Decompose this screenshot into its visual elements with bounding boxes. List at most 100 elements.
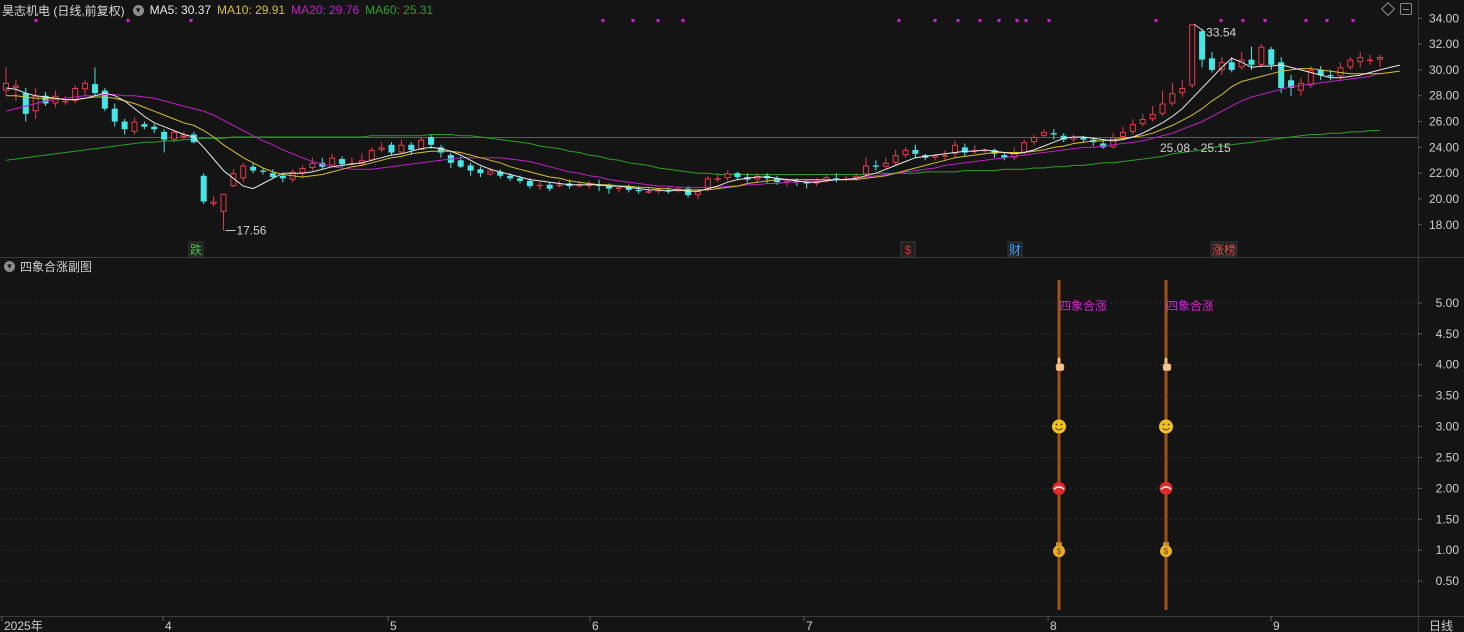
candle-body [457,160,464,167]
candle [1129,118,1136,135]
candle [388,142,395,156]
candle-body [91,84,98,94]
sub-tick-label: 0.50 [1436,574,1460,588]
ma60-value: MA60: 25.31 [365,3,434,17]
ma5-value: MA5: 30.37 [149,3,212,17]
sub-panel-title[interactable]: 四象合涨副图 [20,258,92,275]
candle-body [872,165,879,167]
time-axis-label: 5 [390,619,397,632]
sub-tick-label: 1.00 [1436,543,1460,557]
top-signal-dot [1325,19,1329,22]
candle-body [1327,75,1334,77]
svg-text:$: $ [1164,547,1169,556]
candle-body [1357,57,1364,63]
candle [1139,113,1146,127]
candle-body [1050,133,1057,135]
candle [131,117,138,135]
candle [497,169,504,179]
top-signal-dot [1047,19,1051,22]
candle-body [309,162,316,169]
candle-body [368,149,375,161]
candle-body [882,162,889,167]
top-signal-dot [1304,19,1308,22]
event-marker-label[interactable]: 跌 [190,242,202,257]
candle-body [1031,137,1038,143]
candle [200,173,207,205]
candle [882,157,889,170]
sub-tick-label: 4.00 [1436,358,1460,372]
top-signal-dot [631,19,635,22]
signal-label: 四象合涨 [1166,298,1214,313]
candle-body [428,137,435,145]
candle [546,182,553,192]
candle [1347,57,1354,70]
candle [3,67,9,96]
candle-body [1199,31,1206,60]
candle-body [487,170,494,175]
candle [734,171,741,180]
indicator-dropdown-icon[interactable]: ▾ [132,4,144,16]
candle-body [1119,131,1126,138]
candle-body [546,184,553,189]
money-bag-icon: $ [1160,542,1172,558]
candle [91,67,98,96]
candle [1208,51,1215,73]
price-tick-label: 18.00 [1429,218,1459,232]
event-marker-label[interactable]: 涨榜 [1212,242,1236,257]
candle [1278,57,1285,94]
candle-body [1139,118,1146,125]
smiley-icon [1052,419,1066,434]
top-signal-dot [681,19,685,22]
candle-body [111,108,118,122]
top-signal-dot [126,19,130,22]
top-signal-dot [1154,19,1158,22]
candle [111,103,118,127]
time-axis-label: 8 [1050,619,1057,632]
sub-tick-label: 5.00 [1436,296,1460,310]
top-signal-dot [34,19,38,22]
candle [942,149,949,161]
event-marker-label[interactable]: $ [905,243,912,257]
candle [12,80,19,101]
candle-body [220,193,227,212]
candle-body [269,173,276,178]
minimize-icon[interactable] [1400,3,1412,15]
candle [843,175,850,181]
low-price-label: 17.56 [236,223,266,237]
candle-body [141,124,148,127]
candle-body [171,131,178,140]
price-tick-label: 20.00 [1429,192,1459,206]
candle [1317,66,1324,81]
candle [378,142,385,153]
candle [892,149,899,166]
top-signal-dot [933,19,937,22]
candle-body [1258,46,1265,65]
candle [961,143,968,157]
event-marker-label[interactable]: 财 [1009,243,1021,257]
top-signal-dot [978,19,982,22]
candle [1001,152,1008,161]
candle-body [694,191,701,196]
sub-indicator-dropdown-icon[interactable]: ▾ [4,260,15,272]
candle-body [329,157,336,166]
candle [645,187,652,194]
chart-header: 昊志机电 (日线,前复权) ▾ MA5: 30.37 MA10: 29.91 M… [2,2,439,18]
price-tick-label: 22.00 [1429,166,1459,180]
candle-body [477,169,484,174]
stock-title[interactable]: 昊志机电 (日线,前复权) [2,2,125,19]
top-signal-dot [1241,19,1245,22]
top-signal-dot [1024,19,1028,22]
time-axis-label: 6 [592,619,599,632]
candle-body [517,178,524,181]
range-label: 25.08 - 25.15 [1160,141,1231,155]
candle [210,196,217,207]
svg-text:$: $ [1057,547,1062,556]
candle [121,118,128,135]
red-ball-icon [1159,481,1173,495]
candle [951,140,958,158]
top-signal-dot [601,19,605,22]
period-label[interactable]: 日线 [1429,619,1453,632]
time-axis-label: 7 [806,619,813,632]
candle-body [1040,131,1047,136]
candle-body [1129,124,1136,132]
